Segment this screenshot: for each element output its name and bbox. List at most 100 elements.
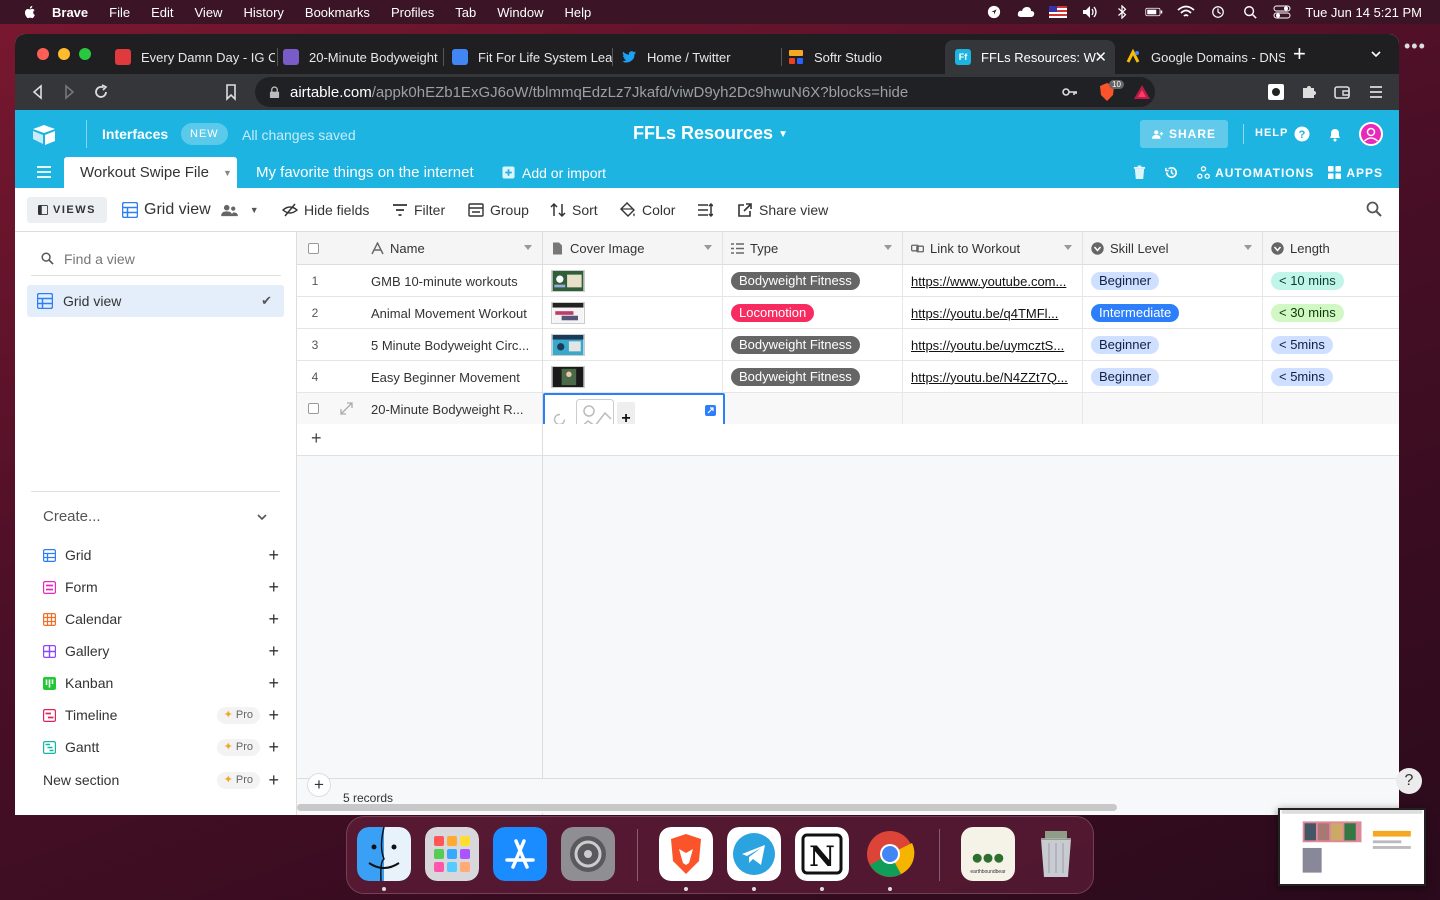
skill-level-cell[interactable]: Intermediate <box>1083 297 1263 329</box>
views-toggle-button[interactable]: VIEWS <box>27 197 107 223</box>
create-calendar-view[interactable]: Calendar + <box>43 603 279 635</box>
new-tab-button[interactable]: + <box>1293 43 1306 65</box>
link-cell[interactable]: https://youtu.be/N4ZZt7Q... <box>903 361 1083 393</box>
us-flag-icon[interactable] <box>1049 5 1068 19</box>
create-form-view[interactable]: Form + <box>43 571 279 603</box>
browser-tab-ffls-resources[interactable]: Ff FFLs Resources: W ✕ <box>945 40 1115 74</box>
expand-cell-icon[interactable] <box>705 405 716 416</box>
cover-image-cell[interactable] <box>543 297 723 329</box>
table-tab-workout-swipe-file[interactable]: Workout Swipe File ▼ <box>64 157 237 188</box>
location-arrow-icon[interactable] <box>985 5 1003 19</box>
finder-icon[interactable] <box>357 827 411 881</box>
menu-profiles[interactable]: Profiles <box>391 5 434 20</box>
chevron-down-icon[interactable] <box>255 510 269 524</box>
brave-shields-icon[interactable]: 10 <box>1098 80 1124 102</box>
key-icon[interactable] <box>1061 83 1079 101</box>
create-section-header[interactable]: Create... <box>43 508 101 525</box>
chevron-down-icon[interactable] <box>704 245 712 251</box>
cover-image-cell[interactable] <box>543 329 723 361</box>
cover-thumbnail-image[interactable] <box>551 366 585 388</box>
chevron-down-icon[interactable]: ▼ <box>223 168 232 178</box>
share-button[interactable]: SHARE <box>1140 120 1228 148</box>
plus-icon[interactable]: + <box>268 673 279 694</box>
zoom-window-button[interactable] <box>79 48 91 60</box>
type-cell[interactable]: Bodyweight Fitness <box>723 265 903 297</box>
menu-file[interactable]: File <box>109 5 130 20</box>
menu-window[interactable]: Window <box>497 5 543 20</box>
cover-thumbnail-image[interactable] <box>551 334 585 356</box>
interfaces-link[interactable]: Interfaces <box>102 126 168 142</box>
chevron-down-icon[interactable] <box>1064 245 1072 251</box>
name-cell[interactable]: Animal Movement Workout <box>363 297 543 329</box>
help-question-button[interactable]: ? <box>1396 768 1422 794</box>
link-cell[interactable] <box>903 393 1083 425</box>
table-row[interactable]: 2 Animal Movement Workout Locomotion htt… <box>297 297 1399 329</box>
help-circle-icon[interactable]: ? <box>1294 126 1310 142</box>
browser-tab-twitter[interactable]: Home / Twitter <box>611 40 781 74</box>
hamburger-menu-icon[interactable] <box>37 166 51 178</box>
column-header-cover-image[interactable]: Cover Image <box>543 232 723 265</box>
color-button[interactable]: Color <box>620 188 675 232</box>
menu-tab[interactable]: Tab <box>455 5 476 20</box>
close-window-button[interactable] <box>37 48 49 60</box>
notion-icon[interactable]: N <box>795 827 849 881</box>
create-gallery-view[interactable]: Gallery + <box>43 635 279 667</box>
view-item-grid-view[interactable]: Grid view ✔ <box>27 285 284 317</box>
brave-icon[interactable] <box>659 827 713 881</box>
base-title[interactable]: FFLs Resources ▼ <box>633 123 788 144</box>
filter-button[interactable]: Filter <box>392 188 445 232</box>
cloud-icon[interactable] <box>1017 5 1035 19</box>
hide-fields-button[interactable]: Hide fields <box>282 188 369 232</box>
close-tab-icon[interactable]: ✕ <box>1094 48 1107 66</box>
create-kanban-view[interactable]: Kanban + <box>43 667 279 699</box>
type-cell[interactable]: Bodyweight Fitness <box>723 329 903 361</box>
menu-view[interactable]: View <box>195 5 223 20</box>
cover-thumbnail-image[interactable] <box>551 302 585 324</box>
notification-bell-icon[interactable] <box>1327 126 1343 142</box>
menu-help[interactable]: Help <box>565 5 592 20</box>
chevron-down-icon[interactable] <box>884 245 892 251</box>
length-cell[interactable]: < 5mins <box>1263 329 1399 361</box>
type-cell[interactable]: Bodyweight Fitness <box>723 361 903 393</box>
add-or-import-button[interactable]: Add or import <box>502 157 606 188</box>
reload-icon[interactable] <box>92 83 110 101</box>
apps-button[interactable]: APPS <box>1328 166 1383 180</box>
length-cell[interactable]: < 10 mins <box>1263 265 1399 297</box>
workout-link[interactable]: https://youtu.be/N4ZZt7Q... <box>911 370 1068 385</box>
cover-thumbnail-image[interactable] <box>551 270 585 292</box>
name-cell[interactable]: Easy Beginner Movement <box>363 361 543 393</box>
plus-icon[interactable]: + <box>268 770 279 791</box>
wallet-icon[interactable] <box>1333 83 1351 101</box>
menu-bookmarks[interactable]: Bookmarks <box>305 5 370 20</box>
bookmark-icon[interactable] <box>222 83 240 101</box>
brave-rewards-icon[interactable] <box>1133 83 1151 101</box>
menu-history[interactable]: History <box>243 5 283 20</box>
menubar-datetime[interactable]: Tue Jun 14 5:21 PM <box>1305 5 1422 20</box>
cover-image-cell[interactable] <box>543 361 723 393</box>
app-store-icon[interactable] <box>493 827 547 881</box>
minimize-window-button[interactable] <box>58 48 70 60</box>
create-new-section[interactable]: New section ✦ Pro + <box>43 764 279 796</box>
table-tab-favorite-things[interactable]: My favorite things on the internet <box>256 157 474 188</box>
plus-icon[interactable]: + <box>268 737 279 758</box>
skill-level-cell[interactable] <box>1083 393 1263 425</box>
column-header-skill-level[interactable]: Skill Level <box>1083 232 1263 265</box>
menu-app-name[interactable]: Brave <box>52 5 88 20</box>
apple-icon[interactable] <box>20 4 40 20</box>
plus-icon[interactable]: + <box>268 609 279 630</box>
trash-icon[interactable] <box>1029 827 1083 881</box>
browser-tab-fit-for-life[interactable]: Fit For Life System Lea <box>442 40 612 74</box>
create-gantt-view[interactable]: Gantt ✦ Pro + <box>43 731 279 763</box>
history-icon[interactable] <box>1164 165 1179 180</box>
extension-square-icon[interactable] <box>1267 83 1285 101</box>
column-header-name[interactable]: Name <box>363 232 543 265</box>
table-row[interactable]: 4 Easy Beginner Movement Bodyweight Fitn… <box>297 361 1399 393</box>
skill-level-cell[interactable]: Beginner <box>1083 329 1263 361</box>
forward-icon[interactable] <box>60 83 78 101</box>
more-dots-icon[interactable]: ••• <box>1404 36 1426 57</box>
time-machine-icon[interactable] <box>1209 5 1227 19</box>
find-view-input[interactable]: Find a view <box>31 242 281 276</box>
footer-add-button[interactable]: + <box>307 773 331 797</box>
add-record-plus-icon[interactable]: + <box>311 428 322 449</box>
bluetooth-icon[interactable] <box>1113 5 1131 19</box>
